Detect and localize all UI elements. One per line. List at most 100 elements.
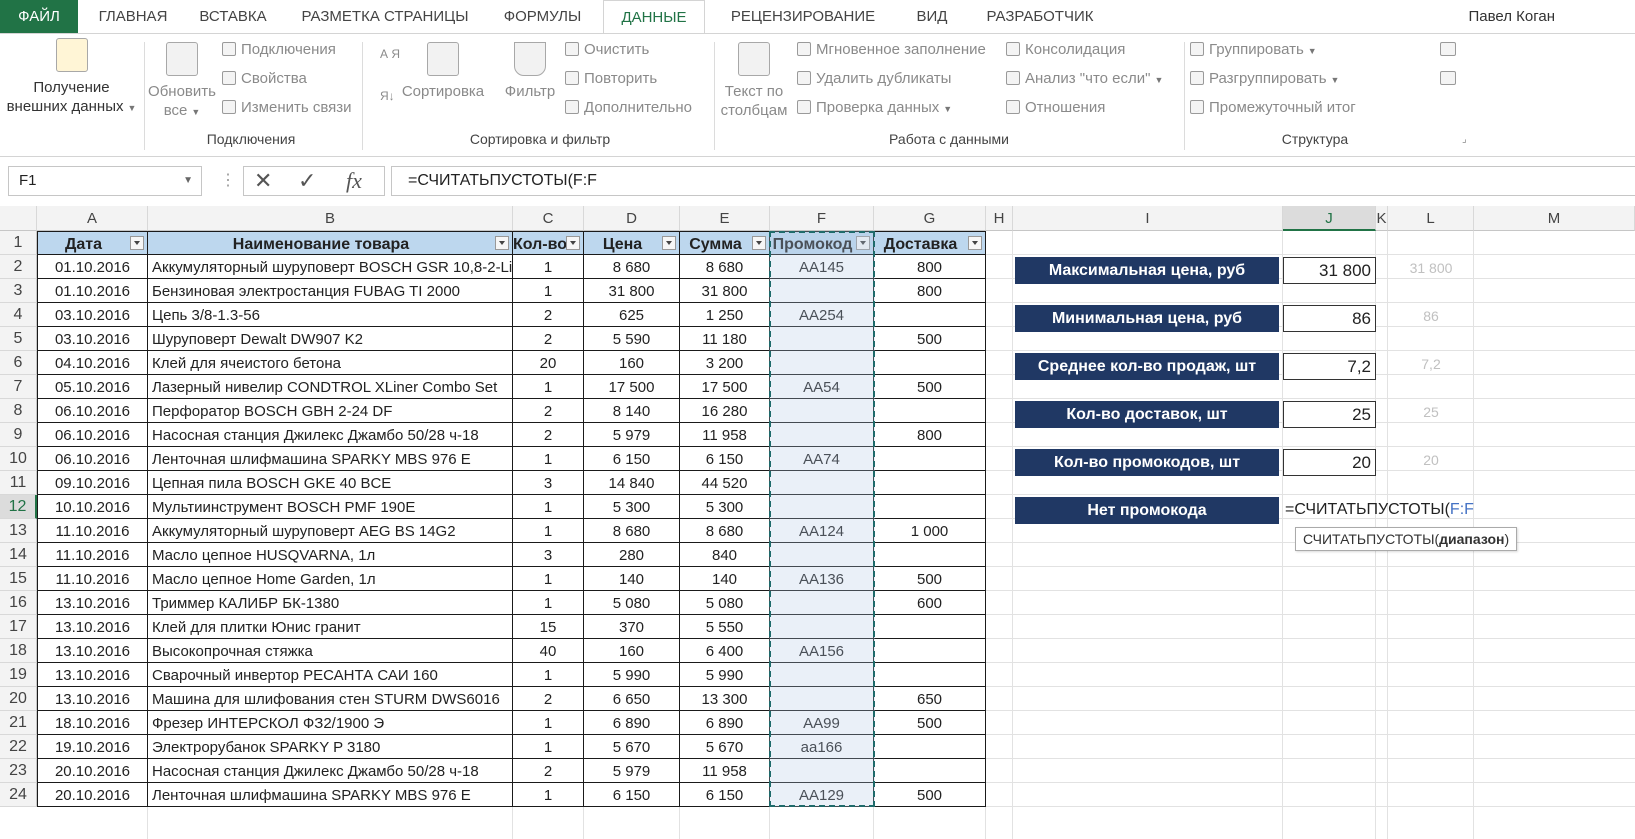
- advanced-filter-button[interactable]: Дополнительно: [565, 99, 692, 116]
- table-cell[interactable]: [874, 663, 986, 687]
- table-cell[interactable]: 5 670: [584, 735, 680, 759]
- sort-button[interactable]: Сортировка: [400, 42, 486, 101]
- table-cell[interactable]: 3 200: [680, 351, 770, 375]
- table-cell[interactable]: [770, 543, 874, 567]
- hide-detail-button[interactable]: [1440, 70, 1461, 87]
- table-cell[interactable]: 3: [513, 543, 584, 567]
- table-cell[interactable]: 19.10.2016: [37, 735, 148, 759]
- table-cell[interactable]: 280: [584, 543, 680, 567]
- table-cell[interactable]: [874, 543, 986, 567]
- table-cell[interactable]: [874, 639, 986, 663]
- tab-review[interactable]: РЕЦЕНЗИРОВАНИЕ: [713, 0, 893, 33]
- table-cell[interactable]: 1: [513, 567, 584, 591]
- table-cell[interactable]: 1: [513, 447, 584, 471]
- table-cell[interactable]: 11 958: [680, 759, 770, 783]
- table-cell[interactable]: 1: [513, 711, 584, 735]
- table-cell[interactable]: 10.10.2016: [37, 495, 148, 519]
- tab-file[interactable]: ФАЙЛ: [0, 0, 78, 33]
- table-cell[interactable]: [770, 351, 874, 375]
- row-header-8[interactable]: 8: [0, 399, 37, 423]
- table-cell[interactable]: 8 680: [584, 255, 680, 279]
- table-cell[interactable]: Перфоратор BOSCH GBH 2-24 DF: [148, 399, 513, 423]
- table-cell[interactable]: 650: [874, 687, 986, 711]
- stat-value[interactable]: 31 800: [1283, 257, 1376, 284]
- table-cell[interactable]: 160: [584, 639, 680, 663]
- table-cell[interactable]: 2: [513, 399, 584, 423]
- table-cell[interactable]: 140: [584, 567, 680, 591]
- table-cell[interactable]: 5 300: [680, 495, 770, 519]
- sort-az-button[interactable]: А Я: [380, 48, 400, 60]
- tab-developer[interactable]: РАЗРАБОТЧИК: [975, 0, 1105, 33]
- table-cell[interactable]: Высокопрочная стяжка: [148, 639, 513, 663]
- table-cell[interactable]: 625: [584, 303, 680, 327]
- table-cell[interactable]: AA74: [770, 447, 874, 471]
- row-header-24[interactable]: 24: [0, 783, 37, 807]
- table-cell[interactable]: AA254: [770, 303, 874, 327]
- table-cell[interactable]: [874, 303, 986, 327]
- name-box[interactable]: F1 ▼: [8, 166, 202, 196]
- table-cell[interactable]: AA99: [770, 711, 874, 735]
- table-cell[interactable]: 17 500: [584, 375, 680, 399]
- table-cell[interactable]: [770, 615, 874, 639]
- table-cell[interactable]: [874, 471, 986, 495]
- row-header-9[interactable]: 9: [0, 423, 37, 447]
- table-cell[interactable]: AA136: [770, 567, 874, 591]
- table-cell[interactable]: 03.10.2016: [37, 303, 148, 327]
- column-header-b[interactable]: B: [148, 206, 513, 231]
- formula-input[interactable]: =СЧИТАТЬПУСТОТЫ(F:F: [391, 166, 1635, 196]
- table-cell[interactable]: 6 890: [584, 711, 680, 735]
- table-cell[interactable]: 5 080: [680, 591, 770, 615]
- table-cell[interactable]: Цепная пила BOSCH GKE 40 BCE: [148, 471, 513, 495]
- get-external-data-button[interactable]: Получение внешних данных ▼: [4, 38, 139, 118]
- table-cell[interactable]: [874, 759, 986, 783]
- table-cell[interactable]: Ленточная шлифмашина SPARKY MBS 976 E: [148, 783, 513, 807]
- table-cell[interactable]: 2: [513, 759, 584, 783]
- table-cell[interactable]: [770, 423, 874, 447]
- row-header-12[interactable]: 12: [0, 495, 37, 519]
- table-cell[interactable]: Клей для ячеистого бетона: [148, 351, 513, 375]
- row-header-22[interactable]: 22: [0, 735, 37, 759]
- table-cell[interactable]: 1: [513, 495, 584, 519]
- column-header-a[interactable]: A: [37, 206, 148, 231]
- filter-dropdown-icon[interactable]: [752, 236, 766, 250]
- table-cell[interactable]: Мультиинструмент BOSCH PMF 190E: [148, 495, 513, 519]
- table-cell[interactable]: 11.10.2016: [37, 519, 148, 543]
- table-cell[interactable]: аа166: [770, 735, 874, 759]
- table-cell[interactable]: AA156: [770, 639, 874, 663]
- table-cell[interactable]: Цепь 3/8-1.3-56: [148, 303, 513, 327]
- table-cell[interactable]: Масло цепное Home Garden, 1л: [148, 567, 513, 591]
- table-cell[interactable]: 20: [513, 351, 584, 375]
- table-cell[interactable]: 17 500: [680, 375, 770, 399]
- row-header-7[interactable]: 7: [0, 375, 37, 399]
- tab-home[interactable]: ГЛАВНАЯ: [86, 0, 180, 33]
- filter-button[interactable]: Фильтр: [500, 42, 560, 101]
- table-header-cell[interactable]: Промокод: [770, 231, 874, 255]
- table-cell[interactable]: 11 958: [680, 423, 770, 447]
- user-name[interactable]: Павел Коган: [1468, 0, 1555, 33]
- column-header-e[interactable]: E: [680, 206, 770, 231]
- table-cell[interactable]: 600: [874, 591, 986, 615]
- table-cell[interactable]: 370: [584, 615, 680, 639]
- table-header-cell[interactable]: Цена: [584, 231, 680, 255]
- column-header-i[interactable]: I: [1013, 206, 1283, 231]
- show-detail-button[interactable]: [1440, 41, 1461, 58]
- table-cell[interactable]: 18.10.2016: [37, 711, 148, 735]
- table-cell[interactable]: 8 680: [680, 255, 770, 279]
- table-cell[interactable]: [770, 399, 874, 423]
- table-cell[interactable]: 2: [513, 303, 584, 327]
- active-cell-editor[interactable]: =СЧИТАТЬПУСТОТЫ(F:F: [1285, 497, 1474, 523]
- table-cell[interactable]: 8 680: [680, 519, 770, 543]
- row-header-1[interactable]: 1: [0, 231, 37, 255]
- table-cell[interactable]: [874, 351, 986, 375]
- table-cell[interactable]: Масло цепное HUSQVARNA, 1л: [148, 543, 513, 567]
- table-cell[interactable]: Насосная станция Джилекс Джамбо 50/28 ч-…: [148, 423, 513, 447]
- table-cell[interactable]: Бензиновая электростанция FUBAG TI 2000: [148, 279, 513, 303]
- table-cell[interactable]: 5 979: [584, 759, 680, 783]
- table-cell[interactable]: 500: [874, 711, 986, 735]
- filter-dropdown-icon[interactable]: [856, 236, 870, 250]
- table-cell[interactable]: 13.10.2016: [37, 591, 148, 615]
- table-cell[interactable]: 20.10.2016: [37, 759, 148, 783]
- consolidate-button[interactable]: Консолидация: [1006, 41, 1125, 58]
- table-cell[interactable]: 06.10.2016: [37, 399, 148, 423]
- refresh-all-button[interactable]: Обновить все ▼: [146, 42, 218, 122]
